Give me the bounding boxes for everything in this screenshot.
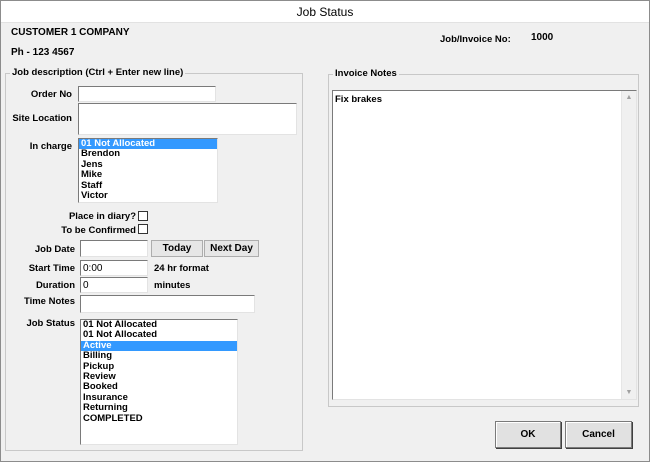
to-be-confirmed-label: To be Confirmed xyxy=(61,225,136,236)
place-in-diary-label: Place in diary? xyxy=(68,211,136,222)
order-no-input[interactable] xyxy=(78,86,216,102)
job-date-label: Job Date xyxy=(34,244,75,255)
ok-button[interactable]: OK xyxy=(495,421,561,448)
time-format-hint: 24 hr format xyxy=(154,263,209,274)
site-location-label: Site Location xyxy=(12,113,72,124)
cancel-button[interactable]: Cancel xyxy=(565,421,632,448)
invoice-notes-textarea[interactable]: Fix brakes ▲ ▼ xyxy=(332,90,637,400)
job-status-option[interactable]: COMPLETED xyxy=(81,413,237,424)
in-charge-label: In charge xyxy=(29,141,72,152)
start-time-input[interactable]: 0:00 xyxy=(80,260,148,276)
place-in-diary-checkbox[interactable] xyxy=(138,211,148,221)
job-status-option[interactable]: Returning xyxy=(81,402,237,413)
job-status-label: Job Status xyxy=(26,318,75,329)
window-title: Job Status xyxy=(296,5,354,19)
in-charge-option[interactable]: Mike xyxy=(79,169,217,180)
order-no-label: Order No xyxy=(30,89,72,100)
invoice-number-value: 1000 xyxy=(531,32,554,43)
to-be-confirmed-checkbox[interactable] xyxy=(138,224,148,234)
time-notes-label: Time Notes xyxy=(23,296,75,307)
job-description-legend: Job description (Ctrl + Enter new line) xyxy=(10,67,186,78)
next-day-button[interactable]: Next Day xyxy=(204,240,259,257)
customer-phone: Ph - 123 4567 xyxy=(11,47,75,58)
job-date-input[interactable] xyxy=(80,240,148,257)
in-charge-option[interactable]: Victor xyxy=(79,190,217,201)
scroll-up-icon[interactable]: ▲ xyxy=(622,91,636,104)
invoice-number-label: Job/Invoice No: xyxy=(440,34,511,45)
duration-label: Duration xyxy=(35,280,75,291)
job-status-listbox[interactable]: 01 Not Allocated 01 Not Allocated Active… xyxy=(80,319,238,445)
in-charge-listbox[interactable]: 01 Not Allocated Brendon Jens Mike Staff… xyxy=(78,138,218,203)
customer-name: CUSTOMER 1 COMPANY xyxy=(11,27,130,38)
duration-input[interactable]: 0 xyxy=(80,277,148,293)
time-notes-input[interactable] xyxy=(80,295,255,313)
title-bar[interactable]: Job Status xyxy=(1,1,649,23)
site-location-input[interactable] xyxy=(78,103,297,135)
today-button[interactable]: Today xyxy=(151,240,203,257)
job-status-option[interactable]: Billing xyxy=(81,350,237,361)
start-time-label: Start Time xyxy=(28,263,75,274)
invoice-notes-legend: Invoice Notes xyxy=(333,68,399,79)
invoice-notes-scrollbar[interactable]: ▲ ▼ xyxy=(621,91,636,399)
invoice-notes-text: Fix brakes xyxy=(335,94,382,105)
duration-unit: minutes xyxy=(154,280,191,291)
scroll-down-icon[interactable]: ▼ xyxy=(622,386,636,399)
